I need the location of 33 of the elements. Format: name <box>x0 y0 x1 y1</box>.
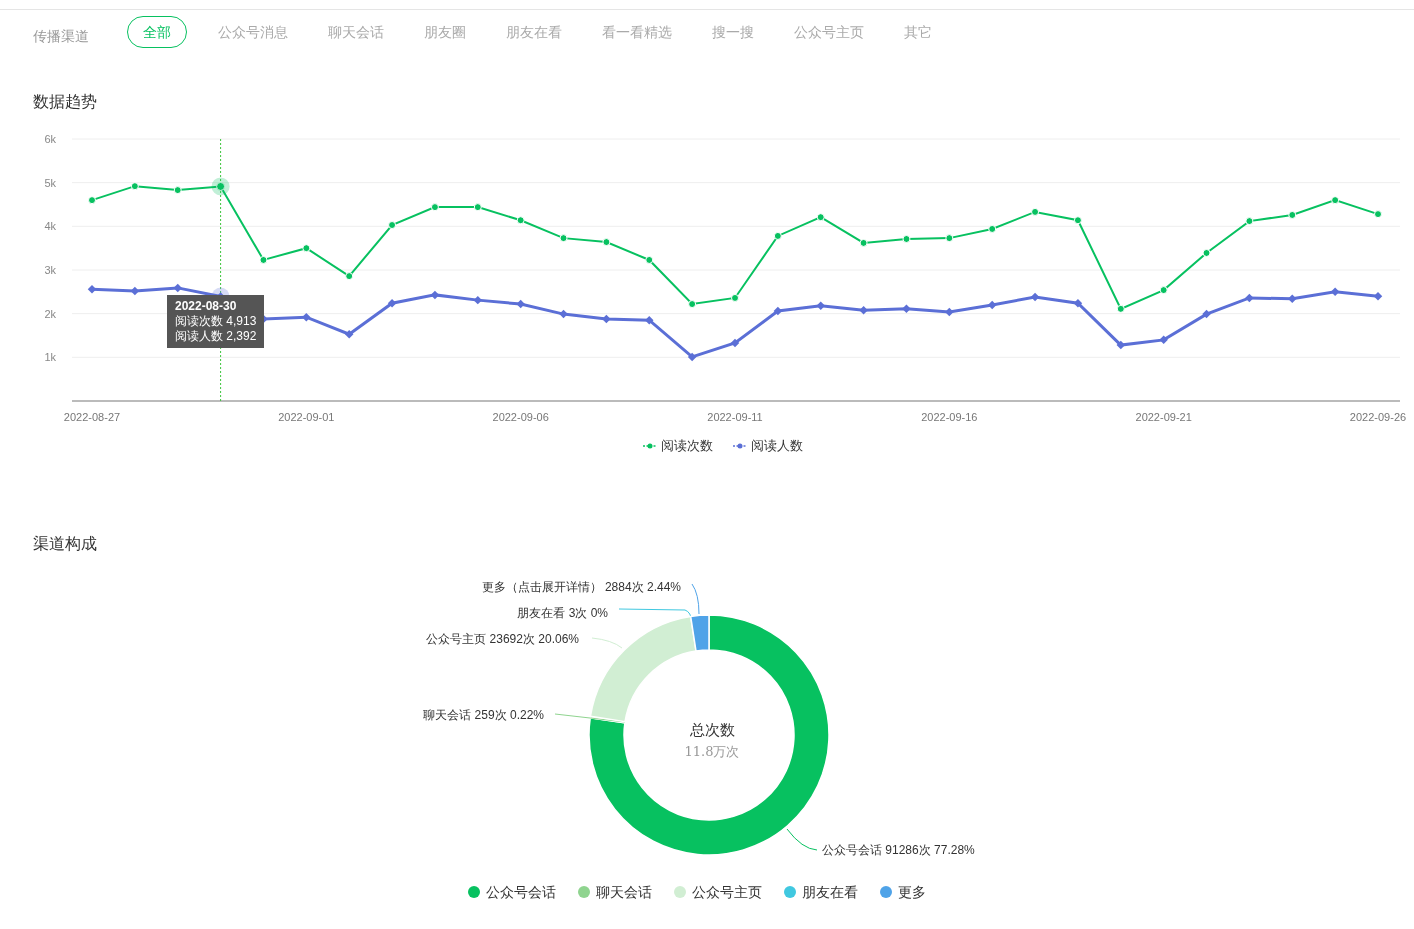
tooltip-row: 阅读人数 2,392 <box>175 329 257 344</box>
x-tick-label: 2022-09-26 <box>1349 411 1407 423</box>
x-tick-label: 2022-08-27 <box>63 411 121 423</box>
x-tick-label: 2022-09-11 <box>707 411 763 423</box>
x-tick-label: 2022-09-16 <box>921 411 978 423</box>
legend-label: 更多 <box>898 882 926 902</box>
segment-label: 聊天会话 259次 0.22% <box>423 707 544 722</box>
segment-label: 公众号主页 23692次 20.06% <box>426 631 579 646</box>
section-title: 渠道构成 <box>33 533 98 554</box>
y-tick-label: 5k <box>44 176 56 189</box>
segment-label: 公众号会话 91286次 77.28% <box>822 842 975 857</box>
y-tick-label: 4k <box>44 220 56 233</box>
x-tick-label: 2022-09-01 <box>278 411 335 423</box>
center-title: 总次数 <box>689 720 735 738</box>
legend-label: 阅读次数 <box>661 437 713 455</box>
y-tick-label: 1k <box>44 351 56 364</box>
segment-label: 更多（点击展开详情） 2884次 2.44% <box>481 579 681 594</box>
legend-label: 聊天会话 <box>596 882 652 902</box>
tooltip-row: 阅读次数 4,913 <box>175 314 257 329</box>
segment-label: 朋友在看 3次 0% <box>517 605 608 620</box>
y-tick-label: 2k <box>44 307 56 320</box>
center-value: 11.8万次 <box>684 743 740 759</box>
x-tick-label: 2022-09-06 <box>492 411 549 423</box>
y-tick-label: 6k <box>44 133 56 145</box>
legend-label: 公众号会话 <box>486 882 556 902</box>
x-tick-label: 2022-09-21 <box>1135 411 1192 423</box>
tooltip-title: 2022-08-30 <box>175 299 238 314</box>
legend-label: 阅读人数 <box>751 437 803 455</box>
filter-label: 传播渠道 <box>33 26 89 46</box>
legend-label: 公众号主页 <box>692 882 762 902</box>
legend-label: 朋友在看 <box>802 882 858 902</box>
section-title: 数据趋势 <box>33 92 98 112</box>
y-tick-label: 3k <box>44 264 56 276</box>
